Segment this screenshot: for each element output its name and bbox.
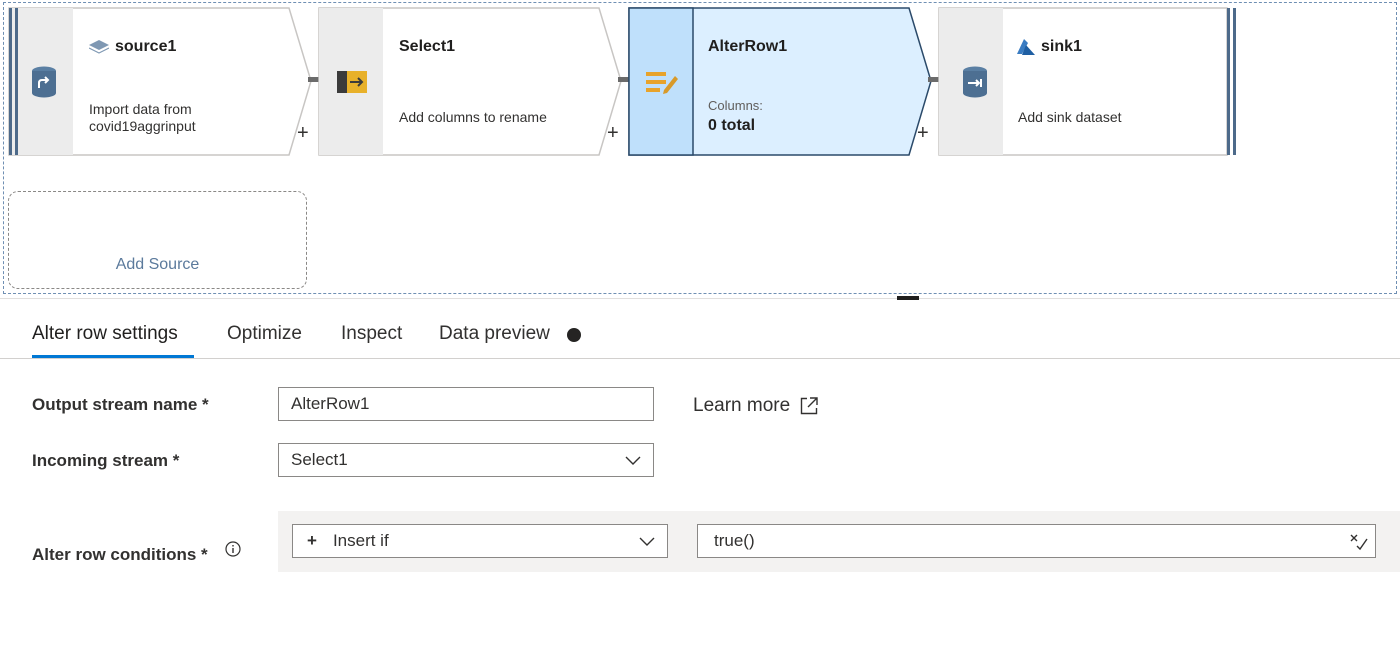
- node-select1-title: Select1: [399, 38, 455, 56]
- info-icon[interactable]: [225, 541, 241, 557]
- plus-icon: +: [307, 531, 317, 550]
- condition-expression-value: true(): [714, 531, 755, 550]
- dataset-icon: [89, 40, 109, 54]
- node-source1-desc-line2: covid19aggrinput: [89, 118, 196, 134]
- add-after-alterrow1-button[interactable]: +: [917, 123, 929, 143]
- learn-more-link[interactable]: Learn more: [693, 395, 818, 417]
- external-link-icon: [800, 397, 818, 415]
- select-transform-icon: [322, 8, 382, 155]
- node-source1-desc: Import data from covid19aggrinput: [89, 101, 196, 135]
- node-source1-name: source1: [115, 38, 177, 55]
- output-stream-label: Output stream name *: [32, 395, 209, 414]
- settings-tabs: [0, 300, 1400, 359]
- incoming-stream-value: Select1: [291, 450, 348, 469]
- condition-type-select[interactable]: + Insert if: [292, 524, 668, 558]
- node-sink1-name: sink1: [1041, 38, 1082, 55]
- active-tab-indicator: [32, 355, 194, 358]
- condition-type-value: Insert if: [332, 531, 389, 550]
- panel-splitter[interactable]: [0, 298, 1400, 299]
- alter-row-icon: [632, 8, 692, 155]
- expression-builder-icon[interactable]: [1349, 533, 1369, 551]
- add-after-select1-button[interactable]: +: [607, 123, 619, 143]
- node-sink1-title: sink1: [1017, 38, 1082, 56]
- node-source1-desc-line1: Import data from: [89, 101, 192, 117]
- node-alterrow1-columns-value: 0 total: [708, 117, 756, 134]
- node-alterrow1-name: AlterRow1: [708, 38, 788, 55]
- node-alterrow1[interactable]: AlterRow1 Columns: 0 total: [628, 7, 932, 156]
- node-source1[interactable]: source1 Import data from covid19aggrinpu…: [8, 7, 312, 156]
- node-select1-name: Select1: [399, 38, 456, 55]
- node-source1-title: source1: [89, 38, 176, 56]
- node-select1-desc: Add columns to rename: [399, 109, 547, 125]
- tab-alter-row-settings[interactable]: Alter row settings: [32, 323, 178, 345]
- azure-icon: [1017, 39, 1035, 55]
- database-source-icon: [14, 8, 74, 155]
- output-stream-name-input[interactable]: AlterRow1: [278, 387, 654, 421]
- add-after-source1-button[interactable]: +: [297, 123, 309, 143]
- add-source-button[interactable]: Add Source: [8, 191, 307, 289]
- node-sink1-desc: Add sink dataset: [1018, 109, 1122, 125]
- add-source-label: Add Source: [115, 256, 200, 273]
- tab-inspect[interactable]: Inspect: [341, 323, 402, 345]
- condition-expression-input[interactable]: true(): [697, 524, 1376, 558]
- learn-more-label: Learn more: [693, 395, 791, 416]
- node-alterrow1-columns-label: Columns:: [708, 98, 763, 113]
- node-alterrow1-title: AlterRow1: [708, 38, 787, 56]
- tab-data-preview[interactable]: Data preview: [439, 323, 550, 345]
- chevron-down-icon: [639, 537, 655, 546]
- tab-optimize[interactable]: Optimize: [227, 323, 302, 345]
- node-sink1[interactable]: sink1 Add sink dataset: [938, 7, 1239, 156]
- incoming-stream-label: Incoming stream *: [32, 451, 180, 470]
- alter-row-conditions-label: Alter row conditions *: [32, 545, 208, 564]
- database-sink-icon: [945, 8, 1005, 155]
- chevron-down-icon: [625, 456, 641, 465]
- output-stream-name-value: AlterRow1: [291, 394, 370, 413]
- incoming-stream-select[interactable]: Select1: [278, 443, 654, 477]
- node-select1[interactable]: Select1 Add columns to rename: [318, 7, 622, 156]
- data-preview-status-dot: [567, 328, 581, 342]
